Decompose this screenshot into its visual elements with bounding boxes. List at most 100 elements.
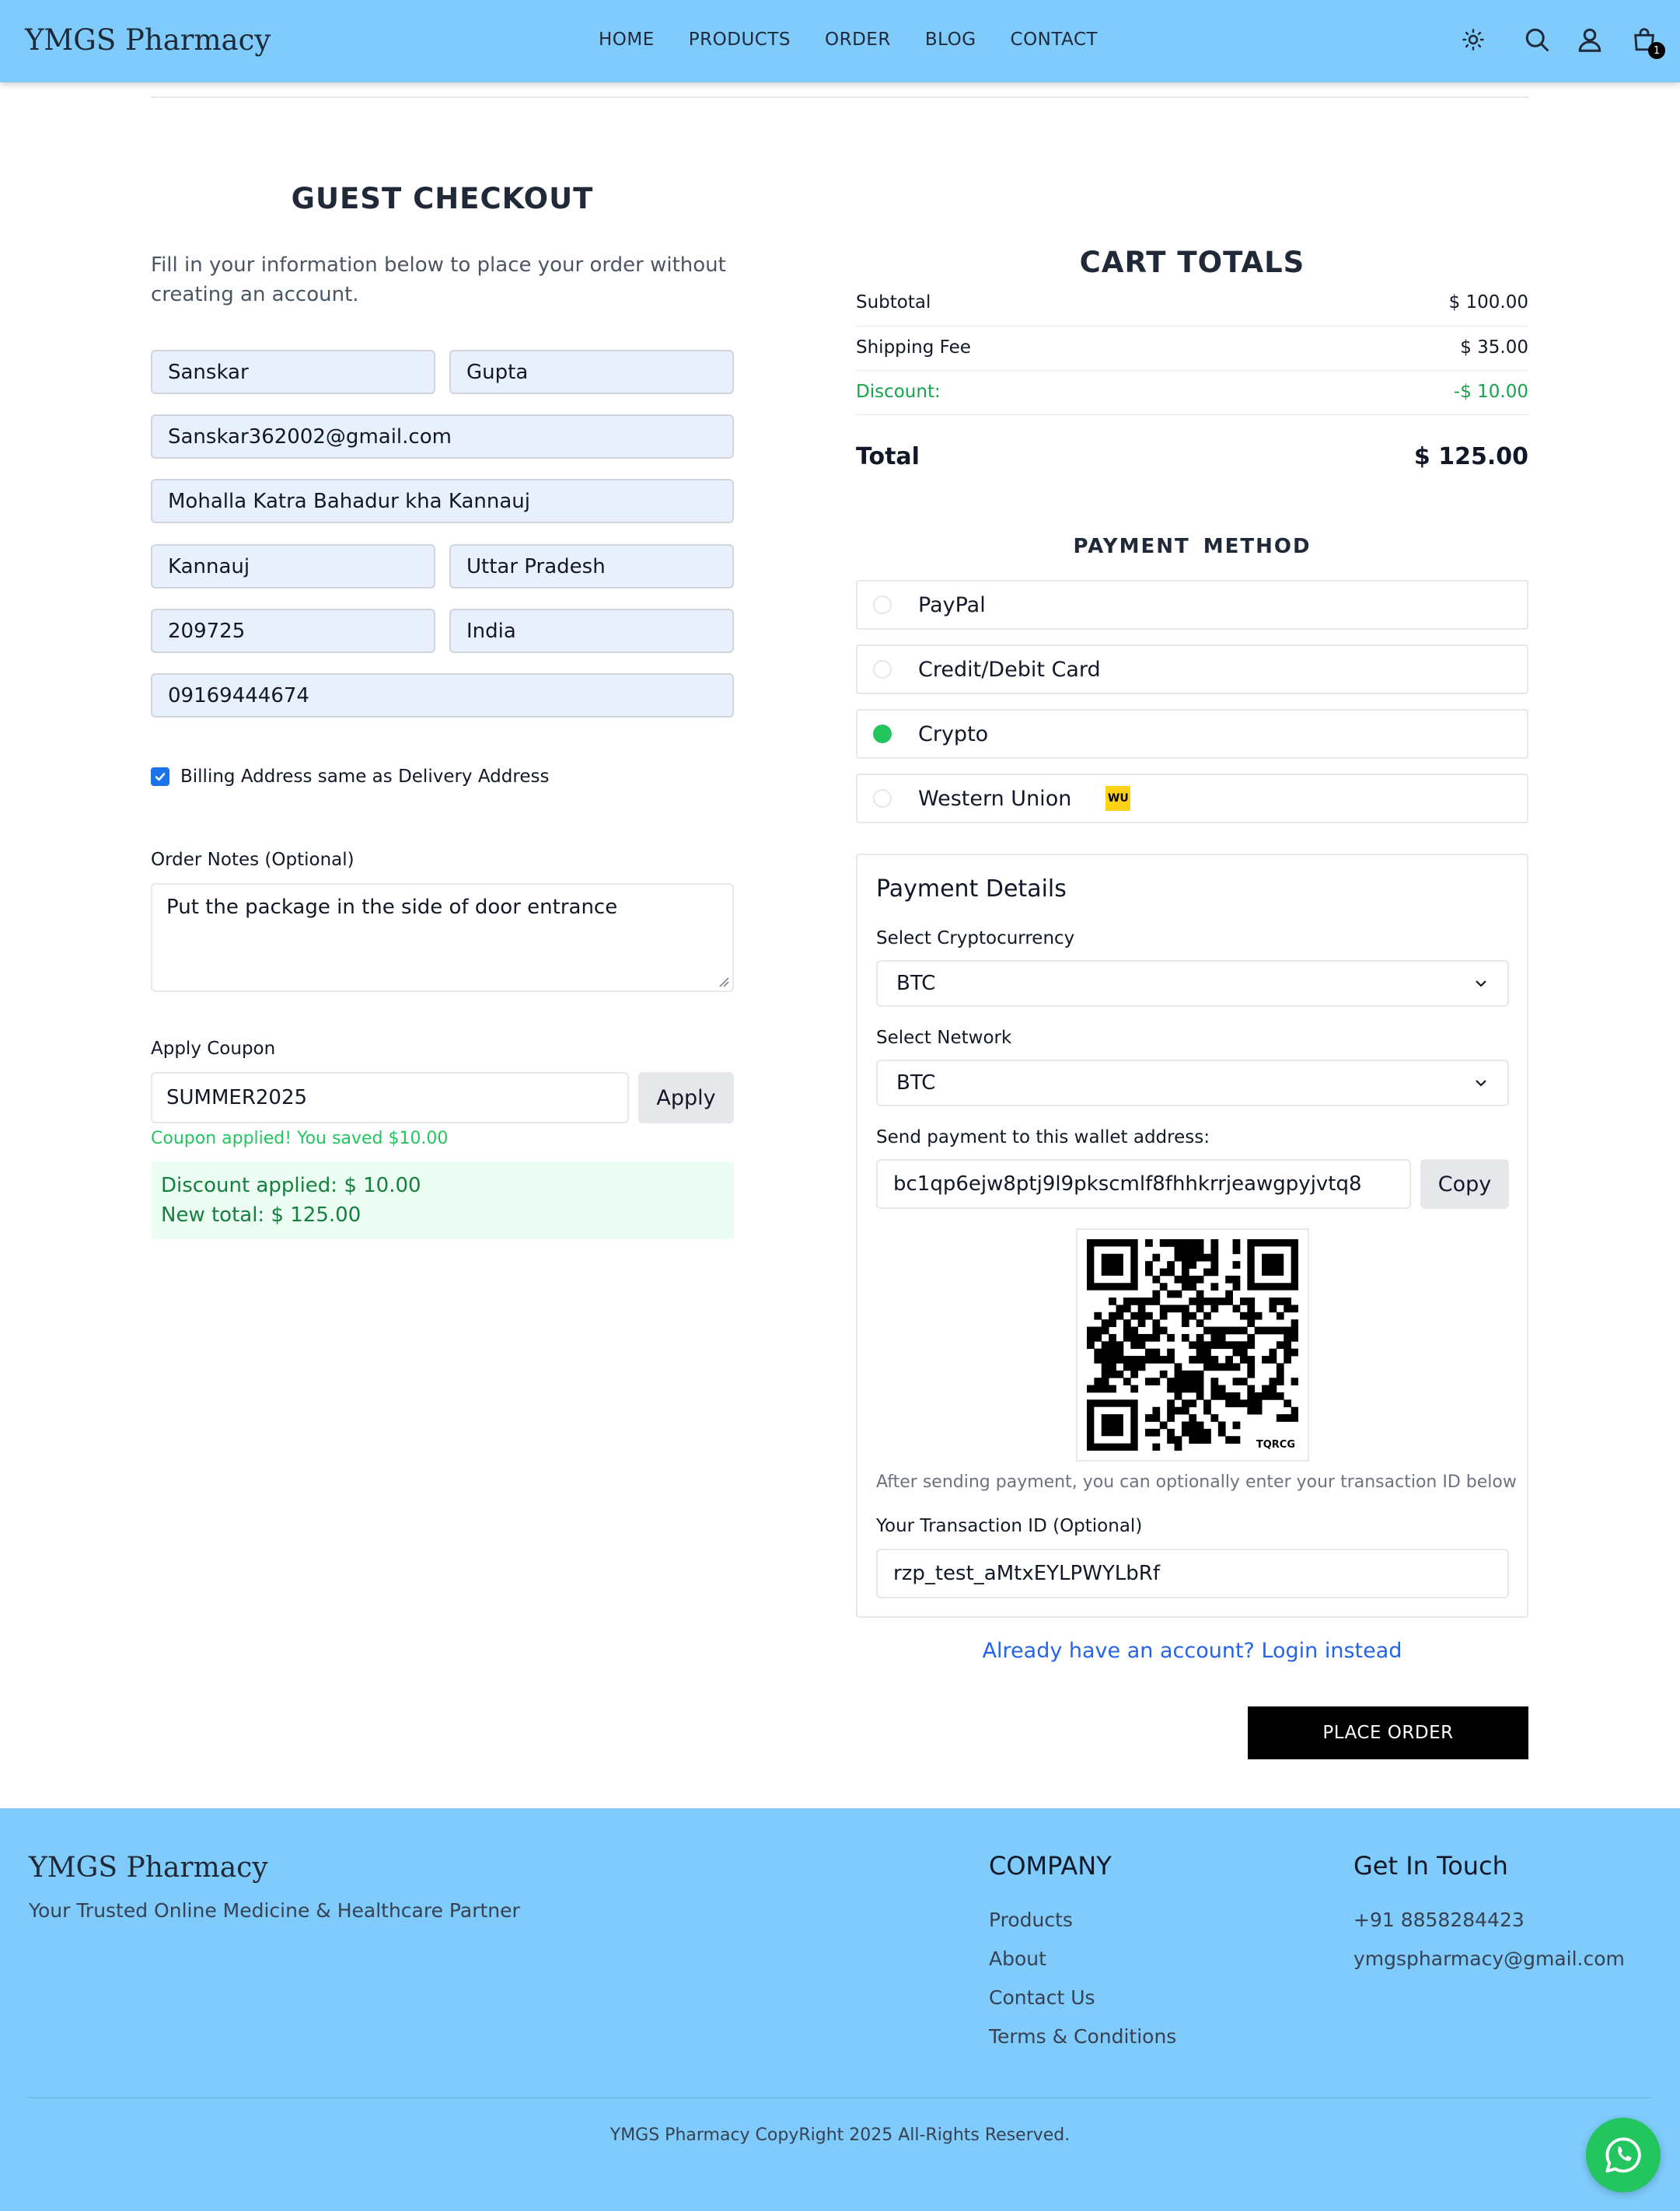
footer-logo: YMGS Pharmacy (29, 1852, 268, 1884)
chevron-down-icon (1476, 1080, 1486, 1087)
network-select-label: Select Network (876, 1028, 1012, 1048)
copyright-text: YMGS Pharmacy CopyRight 2025 All-Rights … (609, 2125, 1071, 2145)
whatsapp-chat-button[interactable] (1586, 2118, 1661, 2192)
transaction-id-label: Your Transaction ID (Optional) (876, 1516, 1143, 1536)
qr-brand-label: TQRCG (1256, 1439, 1295, 1451)
order-notes-text: Put the package in the side of door entr… (166, 896, 618, 919)
login-instead-link[interactable]: Already have an account? Login instead (856, 1639, 1528, 1663)
shipping-value: $ 35.00 (1460, 337, 1528, 358)
footer-tagline: Your Trusted Online Medicine & Healthcar… (29, 1899, 520, 1922)
discount-summary-box: Discount applied: $ 10.00 New total: $ 1… (151, 1161, 734, 1239)
totals-divider (856, 370, 1528, 371)
transaction-id-input[interactable]: rzp_test_aMtxEYLPWYLbRf (876, 1549, 1509, 1598)
discount-row: Discount: -$ 10.00 (856, 382, 1528, 402)
payment-option-western-union[interactable]: Western Union WU (856, 774, 1528, 823)
network-select-value: BTC (896, 1071, 936, 1095)
wallet-address-label: Send payment to this wallet address: (876, 1127, 1210, 1147)
footer-link-contact-us[interactable]: Contact Us (989, 1986, 1095, 2009)
site-header: YMGS Pharmacy HOME PRODUCTS ORDER BLOG C… (0, 0, 1680, 82)
payment-details-title: Payment Details (876, 875, 1067, 903)
first-name-input[interactable]: Sanskar (151, 350, 435, 394)
network-select[interactable]: BTC (876, 1060, 1509, 1106)
cart-count-badge: 1 (1648, 42, 1665, 59)
last-name-input[interactable]: Gupta (449, 350, 734, 394)
order-notes-label: Order Notes (Optional) (151, 850, 355, 870)
nav-home[interactable]: HOME (599, 30, 655, 50)
state-input[interactable]: Uttar Pradesh (449, 544, 734, 589)
apply-coupon-button[interactable]: Apply (638, 1072, 734, 1123)
footer-email: ymgspharmacy@gmail.com (1353, 1947, 1625, 1970)
wallet-address-field[interactable]: bc1qp6ejw8ptj9l9pkscmlf8fhhkrrjeawgpyjvt… (876, 1159, 1411, 1209)
theme-toggle-sun-icon[interactable] (1457, 23, 1490, 56)
shipping-label: Shipping Fee (856, 337, 971, 358)
nav-products[interactable]: PRODUCTS (689, 30, 791, 50)
nav-blog[interactable]: BLOG (925, 30, 976, 50)
crypto-select-value: BTC (896, 972, 936, 995)
subtotal-value: $ 100.00 (1448, 292, 1528, 313)
top-divider (151, 96, 1528, 98)
western-union-logo-icon: WU (1105, 786, 1131, 811)
order-notes-textarea[interactable]: Put the package in the side of door entr… (151, 883, 734, 992)
footer-phone: +91 8858284423 (1353, 1909, 1525, 1931)
discount-value: -$ 10.00 (1453, 382, 1528, 402)
country-input[interactable]: India (449, 609, 734, 653)
radio-button[interactable] (873, 789, 892, 808)
footer-link-products[interactable]: Products (989, 1909, 1073, 1931)
crypto-select[interactable]: BTC (876, 960, 1509, 1007)
total-row: Total $ 125.00 (856, 443, 1528, 470)
radio-button-selected[interactable] (873, 725, 892, 743)
search-icon[interactable] (1521, 23, 1553, 56)
totals-divider (856, 326, 1528, 327)
total-value: $ 125.00 (1413, 443, 1528, 470)
place-order-button[interactable]: PLACE ORDER (1248, 1706, 1528, 1759)
zipcode-input[interactable]: 209725 (151, 609, 435, 653)
radio-button[interactable] (873, 596, 892, 614)
payment-option-label: PayPal (918, 592, 986, 617)
cart-totals-title: CART TOTALS (1079, 246, 1305, 279)
discount-applied-text: Discount applied: $ 10.00 (161, 1174, 421, 1197)
nav-contact[interactable]: CONTACT (1011, 30, 1098, 50)
new-total-text: New total: $ 125.00 (161, 1203, 361, 1227)
nav-order[interactable]: ORDER (825, 30, 891, 50)
payment-option-label: Credit/Debit Card (918, 657, 1101, 682)
footer-contact-title: Get In Touch (1353, 1851, 1508, 1881)
phone-input[interactable]: 09169444674 (151, 673, 734, 718)
after-payment-note: After sending payment, you can optionall… (876, 1472, 1517, 1492)
resize-handle-icon[interactable] (718, 976, 729, 987)
qr-code-image: TQRCG (1087, 1239, 1299, 1451)
payment-option-crypto[interactable]: Crypto (856, 709, 1528, 759)
main-nav: HOME PRODUCTS ORDER BLOG CONTACT (599, 30, 1098, 50)
checkout-title: GUEST CHECKOUT (291, 182, 594, 215)
street-input[interactable]: Mohalla Katra Bahadur kha Kannauj (151, 479, 734, 523)
total-label: Total (856, 443, 920, 470)
subtotal-row: Subtotal $ 100.00 (856, 292, 1528, 313)
subtotal-label: Subtotal (856, 292, 931, 313)
whatsapp-icon (1605, 2137, 1641, 2173)
city-input[interactable]: Kannauj (151, 544, 435, 589)
cart-icon[interactable]: 1 (1628, 23, 1665, 59)
billing-same-checkbox[interactable] (151, 767, 169, 786)
payment-option-card[interactable]: Credit/Debit Card (856, 644, 1528, 694)
payment-method-title: PAYMENT METHOD (1073, 535, 1312, 558)
user-icon[interactable] (1573, 23, 1606, 56)
payment-option-paypal[interactable]: PayPal (856, 580, 1528, 630)
totals-divider (856, 414, 1528, 415)
shipping-row: Shipping Fee $ 35.00 (856, 337, 1528, 358)
footer-divider (29, 2097, 1651, 2098)
wallet-qr-code: TQRCG (1076, 1228, 1309, 1462)
payment-option-label: Western Union (918, 786, 1072, 811)
email-input[interactable]: Sanskar362002@gmail.com (151, 414, 734, 459)
discount-label: Discount: (856, 382, 941, 402)
site-logo[interactable]: YMGS Pharmacy (25, 23, 271, 57)
payment-option-label: Crypto (918, 721, 989, 746)
copy-wallet-button[interactable]: Copy (1420, 1159, 1509, 1209)
radio-button[interactable] (873, 660, 892, 679)
footer-link-about[interactable]: About (989, 1947, 1046, 1970)
footer-link-terms[interactable]: Terms & Conditions (989, 2025, 1176, 2048)
checkout-intro: Fill in your information below to place … (151, 253, 726, 306)
coupon-label: Apply Coupon (151, 1039, 276, 1059)
coupon-input[interactable]: SUMMER2025 (151, 1072, 629, 1123)
footer-company-title: COMPANY (989, 1851, 1112, 1881)
chevron-down-icon (1476, 980, 1486, 987)
crypto-select-label: Select Cryptocurrency (876, 928, 1075, 948)
